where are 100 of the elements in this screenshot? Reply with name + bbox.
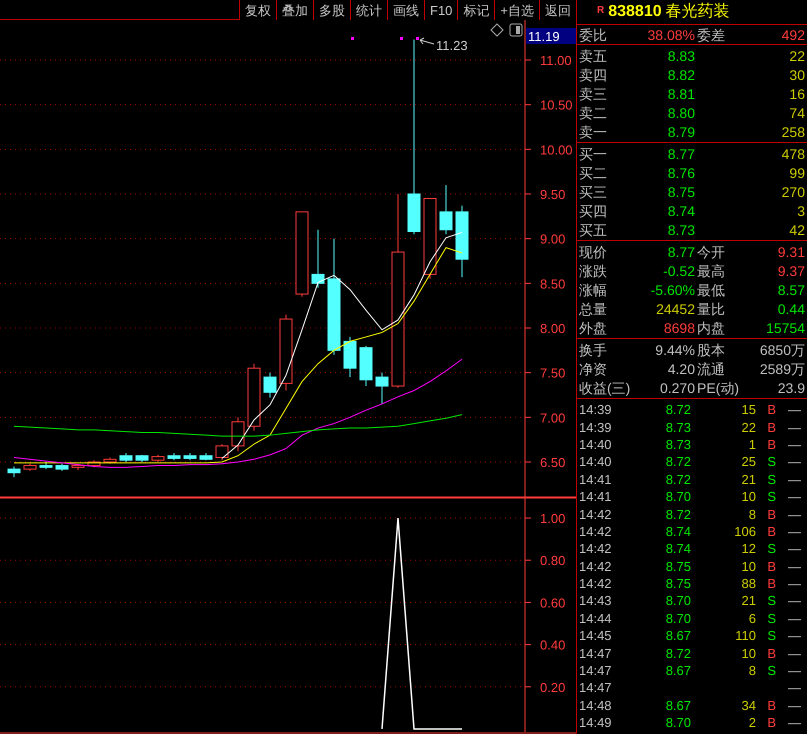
trade-price: 8.72 [664, 455, 691, 468]
trade-volume: 10 [740, 490, 756, 504]
candlestick [216, 444, 228, 461]
field-label: 换手 [579, 342, 608, 356]
field-label: 涨幅 [579, 282, 608, 296]
trade-mark: — [788, 455, 801, 468]
trade-price: 8.67 [664, 664, 691, 678]
trade-side: B [766, 560, 776, 573]
trade-mark: — [788, 524, 801, 538]
order-price: 8.80 [666, 106, 695, 120]
last-price-tag: 11.19 [526, 28, 576, 44]
field-label: 今开 [697, 244, 725, 258]
candlestick [232, 416, 244, 452]
order-price: 8.74 [666, 204, 695, 218]
trade-time: 14:47 [579, 664, 613, 678]
trade-price: 8.75 [664, 577, 691, 590]
trade-time: 14:40 [579, 455, 613, 468]
trade-volume: 21 [740, 472, 756, 486]
trade-mark: — [788, 646, 801, 660]
order-volume: 74 [789, 106, 805, 120]
toolbar-button[interactable]: 标记 [457, 0, 494, 20]
trade-volume: 6 [748, 612, 756, 625]
field-value: 38.08% [646, 28, 695, 42]
trade-time: 14:47 [579, 681, 613, 694]
order-level-label: 买四 [579, 204, 608, 218]
toolbar-button[interactable]: F10 [424, 0, 458, 20]
field-label: 委差 [697, 28, 725, 42]
trade-mark: — [788, 594, 801, 608]
trade-side: B [766, 716, 776, 730]
toolbar-button[interactable]: +自选 [494, 0, 539, 20]
candlestick [200, 452, 212, 461]
trade-side: S [766, 542, 776, 556]
trade-mark: — [788, 438, 801, 451]
high-price-label: 11.23 [436, 38, 468, 53]
toolbar-button[interactable]: 叠加 [276, 0, 313, 20]
toolbar-button[interactable]: 画线 [387, 0, 424, 20]
trade-price: 8.67 [664, 698, 691, 712]
trade-price: 8.70 [664, 612, 691, 625]
trade-volume: 15 [740, 403, 756, 416]
stock-name: 春光药装 [666, 2, 730, 22]
trade-time: 14:39 [579, 420, 613, 434]
trade-mark: — [788, 508, 801, 521]
candlestick [152, 454, 164, 462]
trade-price: 8.73 [664, 420, 691, 434]
trade-time: 14:48 [579, 698, 613, 712]
panel-toggle-icon[interactable] [510, 24, 522, 36]
toolbar-button[interactable]: 多股 [313, 0, 350, 20]
trade-mark: — [788, 472, 801, 486]
trade-price: 8.70 [664, 490, 691, 504]
candlestick [264, 372, 276, 398]
trade-time: 14:43 [579, 594, 613, 608]
order-price: 8.81 [666, 86, 695, 100]
trade-volume: 10 [740, 646, 756, 660]
trade-time: 14:41 [579, 472, 613, 486]
toolbar-button[interactable]: 复权 [239, 0, 276, 20]
candlestick [360, 345, 372, 387]
price-axis-label: 10.00 [540, 142, 573, 158]
trade-mark: — [788, 698, 801, 712]
trade-volume: 12 [740, 542, 756, 556]
trade-mark: — [788, 542, 801, 556]
price-axis-label: 10.50 [540, 98, 573, 113]
price-axis-label: 7.50 [540, 366, 566, 381]
trade-price: 8.73 [664, 438, 691, 451]
trade-price: 8.72 [664, 508, 691, 521]
trade-mark: — [788, 716, 801, 730]
trade-volume: 106 [733, 524, 756, 538]
trade-time: 14:47 [579, 646, 613, 660]
trade-volume: 10 [740, 560, 756, 573]
trade-side: B [766, 508, 776, 521]
field-value: 23.9 [778, 380, 805, 394]
order-level-label: 买二 [579, 166, 608, 180]
order-volume: 42 [789, 222, 805, 236]
price-axis-label: 11.00 [540, 53, 572, 68]
trade-volume: 2 [748, 716, 756, 730]
field-label: 净资 [579, 362, 608, 376]
order-volume: 478 [782, 146, 805, 160]
order-price: 8.73 [666, 222, 695, 236]
trade-time: 14:42 [579, 577, 613, 590]
candlestick [440, 184, 452, 235]
candlestick [344, 336, 356, 378]
candlestick [248, 363, 260, 432]
toolbar-button[interactable]: 返回 [539, 0, 576, 20]
trade-side: B [766, 698, 776, 712]
field-value: 8698 [662, 320, 695, 334]
order-level-label: 卖三 [579, 86, 608, 100]
field-label: 外盘 [579, 320, 608, 334]
toolbar-button[interactable]: 统计 [350, 0, 387, 20]
field-value: 4.20 [666, 362, 695, 376]
trade-price: 8.72 [664, 403, 691, 416]
field-label: 股本 [697, 342, 725, 356]
trade-mark: — [788, 681, 801, 694]
trade-time: 14:45 [579, 629, 613, 642]
field-label: 现价 [579, 244, 608, 258]
field-label: 涨跌 [579, 264, 608, 278]
candlestick [104, 457, 116, 464]
field-value: 2589万 [760, 362, 805, 376]
trade-side: S [766, 629, 776, 642]
diamond-icon[interactable] [490, 23, 504, 37]
order-volume: 258 [782, 124, 805, 138]
trade-side: B [766, 403, 776, 416]
